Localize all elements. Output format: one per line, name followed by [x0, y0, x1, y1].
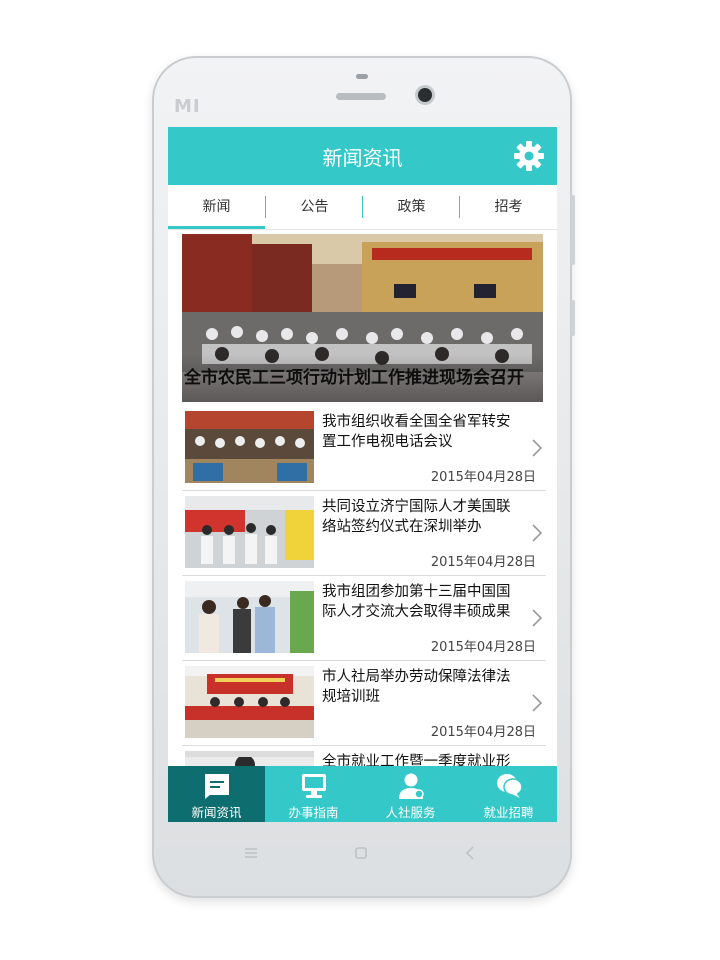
volume-button	[571, 195, 575, 265]
nav-label: 新闻资讯	[191, 805, 242, 820]
news-icon	[205, 774, 229, 799]
tab-policy[interactable]: 政策	[363, 185, 460, 229]
chevron-right-icon	[532, 524, 543, 542]
news-title: 市人社局举办劳动保障法律法规培训班	[322, 669, 511, 705]
news-date: 2015年04月28日	[430, 555, 536, 570]
news-thumbnail	[185, 581, 314, 653]
nav-guide[interactable]: 办事指南	[265, 766, 362, 822]
news-date: 2015年04月28日	[430, 640, 536, 655]
chat-bubbles-icon	[497, 774, 523, 798]
front-camera	[418, 88, 432, 102]
nav-label: 办事指南	[288, 805, 339, 820]
proximity-sensor	[356, 74, 368, 79]
hardware-keys	[245, 846, 474, 860]
tab-news[interactable]: 新闻	[168, 185, 265, 229]
chevron-right-icon	[532, 439, 543, 457]
nav-label: 就业招聘	[483, 805, 534, 820]
news-thumbnail	[185, 666, 314, 738]
news-list-item[interactable]: 我市组团参加第十三届中国国际人才交流大会取得丰硕成果 2015年04月28日	[182, 576, 546, 661]
nav-label: 人社服务	[385, 805, 436, 820]
nav-services[interactable]: 人社服务	[362, 766, 459, 822]
nav-news[interactable]: 新闻资讯	[168, 766, 265, 822]
chevron-right-icon	[532, 609, 543, 627]
featured-news-banner[interactable]: 全市农民工三项行动计划工作推进现场会召开	[182, 234, 543, 402]
page-title: 新闻资讯	[322, 146, 403, 170]
gear-icon[interactable]	[513, 140, 545, 172]
chevron-right-icon	[532, 694, 543, 712]
featured-news-title: 全市农民工三项行动计划工作推进现场会召开	[184, 368, 524, 388]
news-list-item[interactable]: 我市组织收看全国全省军转安置工作电视电话会议 2015年04月28日	[182, 406, 546, 491]
tab-recruitment[interactable]: 招考	[460, 185, 557, 229]
news-list-item[interactable]: 共同设立济宁国际人才美国联络站签约仪式在深圳举办 2015年04月28日	[182, 491, 546, 576]
news-list-item[interactable]: 市人社局举办劳动保障法律法规培训班 2015年04月28日	[182, 661, 546, 746]
news-title: 我市组织收看全国全省军转安置工作电视电话会议	[322, 414, 511, 450]
news-date: 2015年04月28日	[430, 725, 536, 740]
menu-key[interactable]	[245, 848, 257, 858]
app-screen: 新闻资讯 新闻 公告 政策 招考 全市农民工三项行动计划工作推进现场会召开 我市…	[168, 127, 557, 822]
back-key[interactable]	[465, 846, 474, 860]
nav-jobs[interactable]: 就业招聘	[460, 766, 557, 822]
news-thumbnail	[185, 496, 314, 568]
person-icon	[399, 773, 424, 799]
earpiece-speaker	[336, 93, 386, 100]
news-title: 我市组团参加第十三届中国国际人才交流大会取得丰硕成果	[322, 584, 511, 620]
news-thumbnail	[185, 411, 314, 483]
news-title: 共同设立济宁国际人才美国联络站签约仪式在深圳举办	[322, 499, 511, 535]
bottom-navigation: 新闻资讯 办事指南 人社服务 就业招聘	[168, 766, 557, 822]
active-tab-indicator	[168, 226, 265, 229]
app-header: 新闻资讯	[168, 127, 557, 185]
power-button	[571, 300, 575, 336]
category-tabs: 新闻 公告 政策 招考	[168, 185, 557, 230]
monitor-icon	[302, 774, 326, 798]
brand-logo: MI	[174, 96, 201, 117]
tab-announcements[interactable]: 公告	[266, 185, 363, 229]
home-key[interactable]	[355, 847, 367, 859]
news-date: 2015年04月28日	[430, 470, 536, 485]
